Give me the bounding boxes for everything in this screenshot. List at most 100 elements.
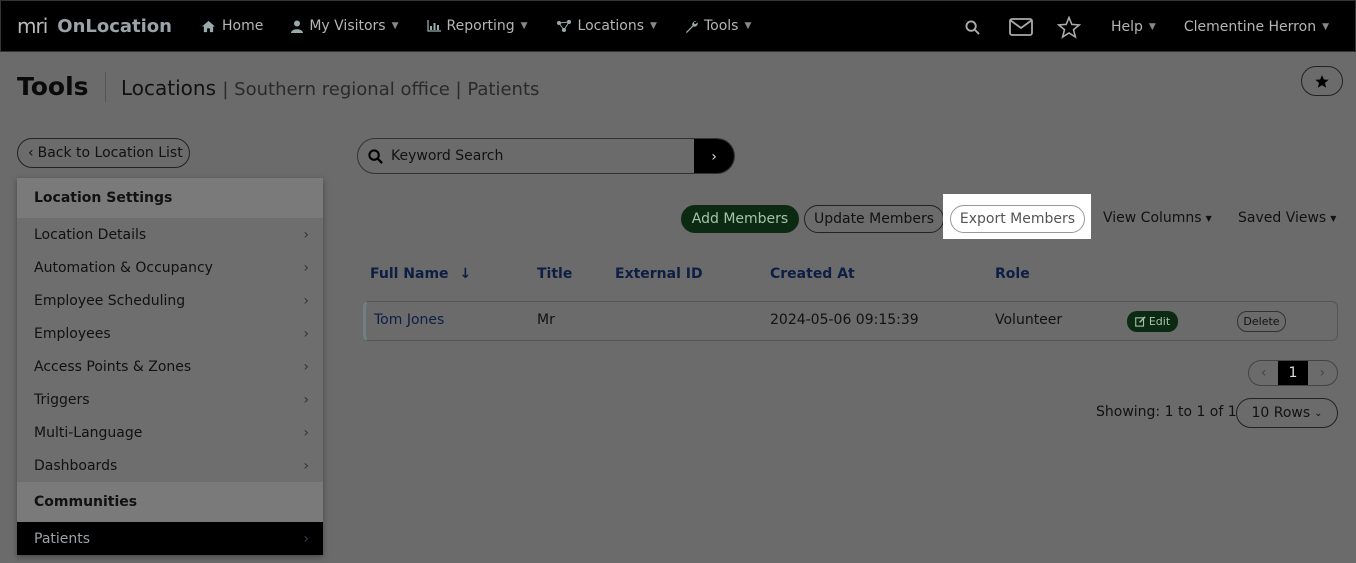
mri-logo: mri [17,14,48,38]
add-members-button[interactable]: Add Members [681,205,799,233]
sidebar-item-patients[interactable]: Patients › [17,522,323,555]
wrench-icon [685,20,698,33]
column-header-created-at[interactable]: Created At [770,266,855,282]
edit-button-label: Edit [1148,315,1171,328]
search-submit-button[interactable]: › [694,139,734,173]
nav-reporting[interactable]: Reporting ▼ [413,0,542,52]
home-icon [202,20,215,32]
column-header-external-id[interactable]: External ID [615,266,703,282]
chevron-left-icon[interactable]: ‹ [1249,365,1278,381]
chevron-right-icon[interactable]: › [1308,365,1337,381]
nav-my-visitors-label: My Visitors [309,18,386,34]
back-to-location-list-button[interactable]: ‹ Back to Location List [17,138,190,168]
caret-down-icon: ▼ [1330,213,1337,223]
nav-help[interactable]: Help ▼ [1093,1,1170,53]
chevron-down-icon: ▼ [520,21,528,31]
breadcrumb-main: Locations [121,76,217,100]
star-filled-icon [1315,74,1329,88]
chevron-right-icon: › [303,457,309,474]
chevron-down-icon: ▼ [1148,22,1156,32]
page-title: Tools [17,72,89,101]
nav-locations[interactable]: Locations ▼ [542,0,671,52]
sidebar-item-label: Triggers [34,391,90,408]
top-navbar: mri OnLocation Home My Visitors ▼ Report… [0,0,1356,52]
sidebar-item-location-details[interactable]: Location Details › [17,218,323,251]
mail-icon[interactable] [997,1,1045,53]
chevron-right-icon: › [303,424,309,441]
search-icon [368,148,383,164]
sidebar-item-label: Dashboards [34,457,118,474]
nav-user-menu[interactable]: Clementine Herron ▼ [1170,1,1355,53]
sidebar-item-access-points-zones[interactable]: Access Points & Zones › [17,350,323,383]
nav-my-visitors[interactable]: My Visitors ▼ [277,0,412,52]
cell-full-name-link[interactable]: Tom Jones [374,312,444,328]
chevron-down-icon: ▼ [744,21,752,31]
edit-button[interactable]: Edit [1127,311,1178,332]
favorite-button[interactable] [1301,66,1343,96]
edit-icon [1135,316,1146,327]
caret-down-icon: ▼ [1205,213,1212,223]
breadcrumb-sub: | Southern regional office | Patients [222,79,540,100]
chevron-right-icon: › [303,358,309,375]
view-columns-dropdown[interactable]: View Columns ▼ [1103,210,1212,226]
back-button-label: Back to Location List [37,145,183,161]
sidebar-item-triggers[interactable]: Triggers › [17,383,323,416]
chart-icon [426,20,441,32]
sidebar: Location Settings Location Details › Auto… [17,178,323,555]
sidebar-item-employees[interactable]: Employees › [17,317,323,350]
star-icon[interactable] [1045,1,1093,53]
sidebar-section-communities: Communities [17,482,323,522]
nav-home[interactable]: Home [187,0,277,52]
chevron-down-icon: ▼ [650,21,657,31]
breadcrumb: Locations | Southern regional office | P… [121,76,539,100]
sidebar-item-label: Multi-Language [34,424,143,441]
view-columns-label: View Columns [1103,210,1202,226]
column-header-title[interactable]: Title [537,266,572,282]
sidebar-item-label: Patients [34,530,91,547]
rows-per-page-dropdown[interactable]: 10 Rows ⌄ [1236,398,1338,428]
search-icon[interactable] [949,1,997,53]
nav-tools-label: Tools [703,18,739,34]
sidebar-section-location-settings: Location Settings [17,178,323,218]
chevron-right-icon: › [303,325,309,342]
showing-count: Showing: 1 to 1 of 1 [1096,404,1237,420]
sidebar-item-multi-language[interactable]: Multi-Language › [17,416,323,449]
saved-views-dropdown[interactable]: Saved Views ▼ [1238,210,1336,226]
saved-views-label: Saved Views [1238,210,1327,226]
rows-per-page-label: 10 Rows [1251,405,1311,421]
column-header-full-name[interactable]: Full Name ↓ [370,266,471,282]
keyword-search: › [357,138,735,174]
nav-locations-label: Locations [577,18,645,34]
sidebar-item-dashboards[interactable]: Dashboards › [17,449,323,482]
cell-created-at: 2024-05-06 09:15:39 [770,312,919,328]
column-header-label: Full Name [370,266,449,282]
sidebar-item-employee-scheduling[interactable]: Employee Scheduling › [17,284,323,317]
chevron-down-icon: ▼ [391,21,399,31]
brand-name: OnLocation [57,15,172,37]
search-input[interactable] [391,148,681,164]
sidebar-item-label: Employees [34,325,111,342]
chevron-right-icon: › [303,226,309,243]
chevron-right-icon: › [303,259,309,276]
delete-button[interactable]: Delete [1237,311,1286,332]
chevron-right-icon: › [711,149,717,165]
nav-user-label: Clementine Herron [1183,19,1317,35]
title-divider [105,72,106,102]
export-members-button[interactable]: Export Members [950,205,1085,233]
page-number-current[interactable]: 1 [1278,361,1308,385]
sidebar-item-automation-occupancy[interactable]: Automation & Occupancy › [17,251,323,284]
cell-role: Volunteer [995,312,1063,328]
update-members-button[interactable]: Update Members [804,205,944,233]
user-icon [291,20,304,33]
brand[interactable]: mri OnLocation [17,14,187,38]
sort-down-icon: ↓ [459,266,472,282]
chevron-right-icon: › [303,530,309,547]
column-header-role[interactable]: Role [995,266,1030,282]
cell-title: Mr [537,312,555,328]
nav-help-label: Help [1110,19,1143,35]
chevron-right-icon: › [303,391,309,408]
nav-home-label: Home [222,18,264,34]
nav-tools[interactable]: Tools ▼ [671,0,765,52]
sidebar-item-label: Automation & Occupancy [34,259,213,276]
chevron-left-icon: ‹ [28,145,34,161]
